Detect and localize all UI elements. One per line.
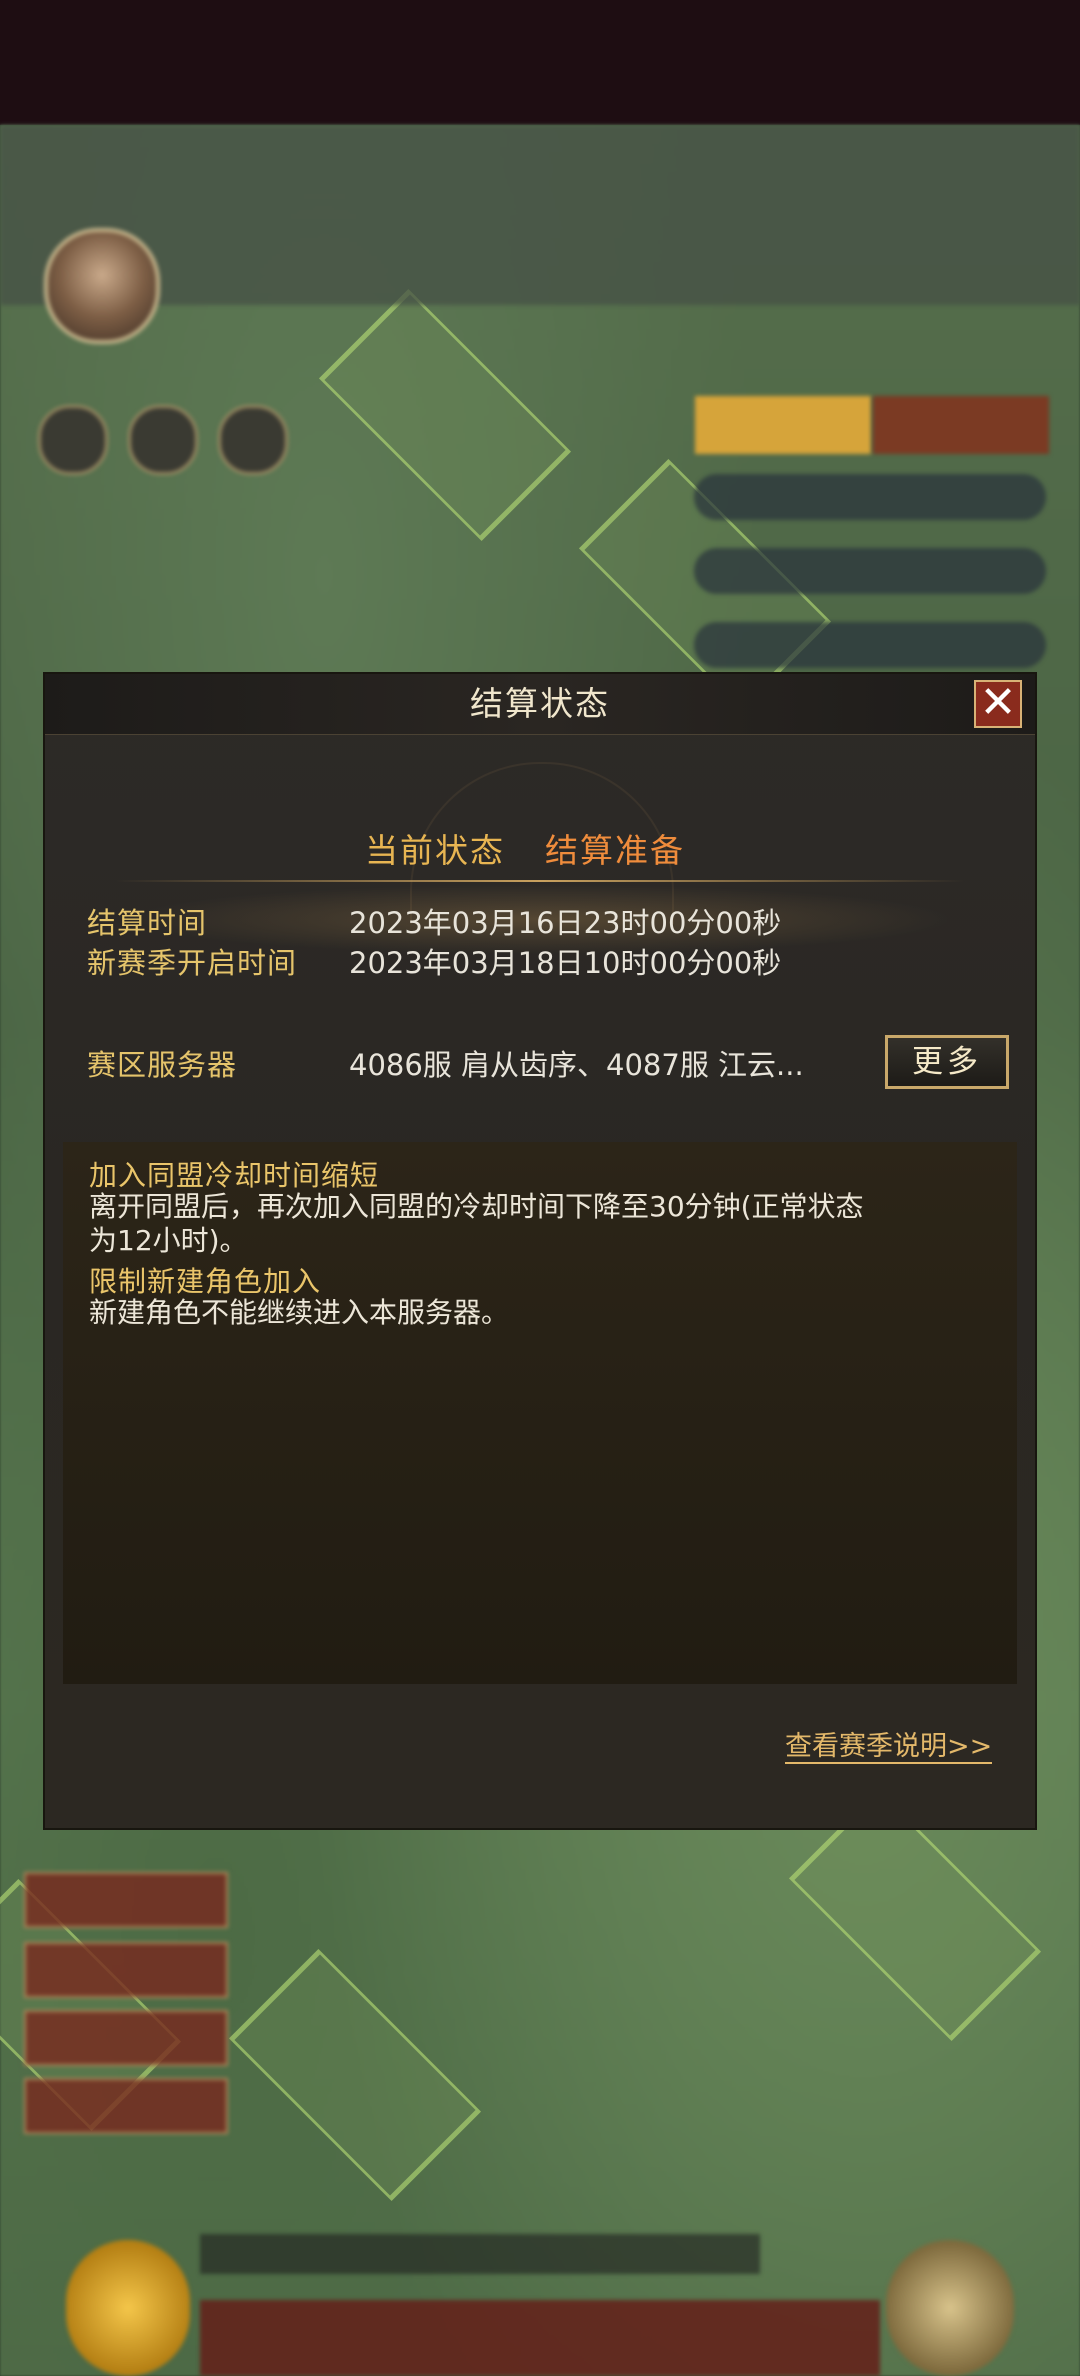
current-state-value: 结算准备	[545, 831, 685, 870]
server-label: 赛区服务器	[87, 1048, 238, 1082]
left-menu-item	[24, 2078, 228, 2134]
troop-row	[694, 474, 1046, 520]
settle-time-value: 2023年03月16日23时00分00秒	[349, 906, 782, 940]
notice-box: 加入同盟冷却时间缩短 离开同盟后，再次加入同盟的冷却时间下降至30分钟(正常状态…	[63, 1142, 1017, 1684]
notice-title: 加入同盟冷却时间缩短	[89, 1159, 380, 1192]
resource-bar	[0, 125, 1080, 305]
dialog-title: 结算状态	[470, 684, 610, 723]
troop-row	[694, 622, 1046, 668]
general-portrait-icon	[886, 2240, 1014, 2376]
close-icon: ✕	[979, 677, 1017, 728]
map-round-button	[218, 405, 288, 475]
notice-body: 新建角色不能继续进入本服务器。	[89, 1296, 510, 1329]
new-season-label: 新赛季开启时间	[87, 946, 298, 980]
left-menu-item	[24, 1872, 228, 1928]
season-info-link[interactable]: 查看赛季说明>>	[785, 1732, 993, 1764]
divider	[115, 880, 965, 882]
close-button[interactable]: ✕	[974, 680, 1022, 728]
more-button[interactable]: 更多	[885, 1035, 1009, 1089]
city-tower-icon	[66, 2240, 190, 2376]
left-menu-item	[24, 2010, 228, 2066]
land-tab	[873, 396, 1049, 454]
left-menu-item	[24, 1942, 228, 1998]
settlement-dialog: 结算状态 ✕ 当前状态 结算准备 结算时间 2023年03月16日23时00分0…	[45, 674, 1035, 1828]
new-season-value: 2023年03月18日10时00分00秒	[349, 946, 782, 980]
map-round-button	[128, 405, 198, 475]
settle-time-label: 结算时间	[87, 906, 208, 940]
notice-body: 为12小时)。	[89, 1224, 248, 1257]
notice-body: 离开同盟后，再次加入同盟的冷却时间下降至30分钟(正常状态	[89, 1190, 864, 1223]
current-state-label: 当前状态	[365, 831, 505, 870]
bottom-nav-bar	[200, 2300, 880, 2376]
map-round-button	[38, 405, 108, 475]
status-bar	[0, 0, 1080, 125]
avatar	[44, 228, 160, 344]
troop-row	[694, 548, 1046, 594]
server-value: 4086服 肩从齿序、4087服 江云...	[349, 1048, 804, 1082]
chat-bar	[200, 2234, 760, 2274]
notice-title: 限制新建角色加入	[89, 1265, 322, 1298]
troop-tab	[695, 396, 871, 454]
